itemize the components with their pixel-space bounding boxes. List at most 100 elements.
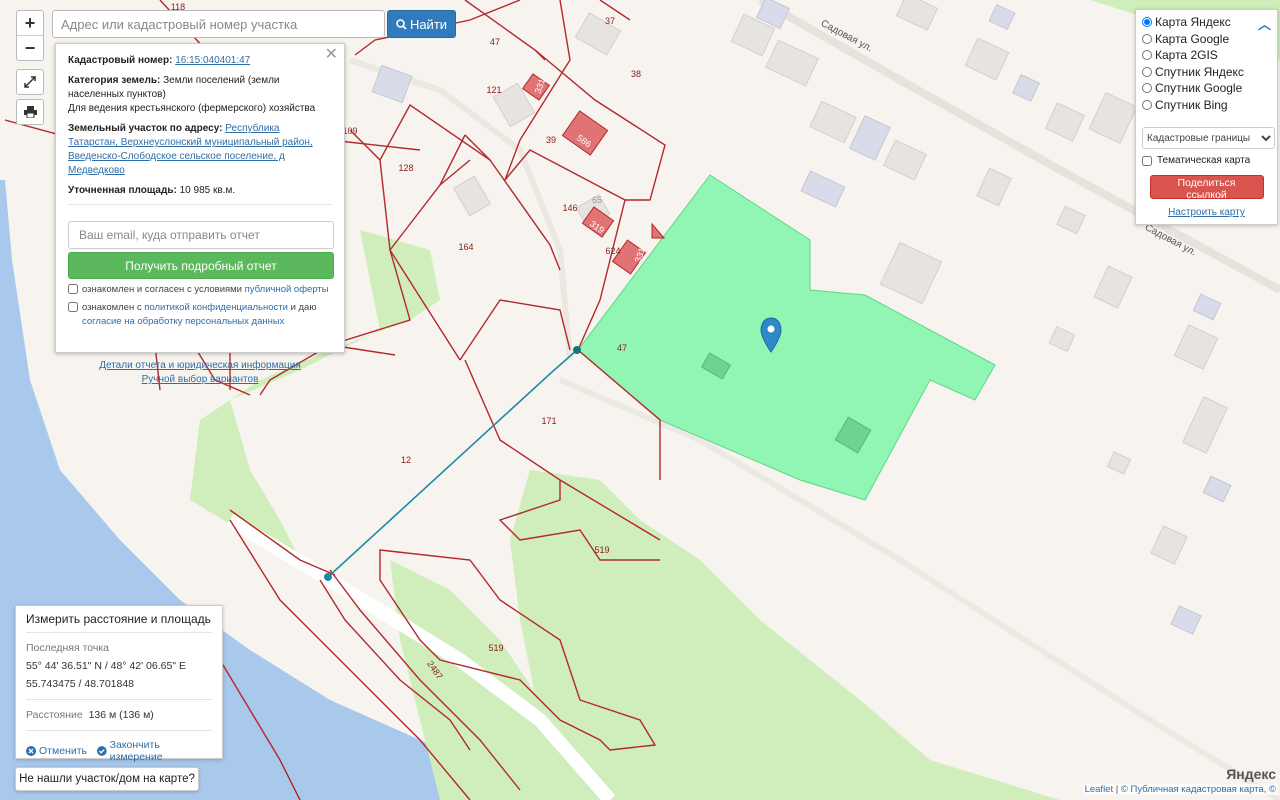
cadastral-number-row: Кадастровый номер: 16:15:040401:47 bbox=[68, 54, 332, 68]
search-icon bbox=[396, 18, 407, 30]
privacy-checkbox[interactable] bbox=[68, 302, 78, 312]
parcel-label: 12 bbox=[400, 455, 412, 465]
search-button[interactable]: Найти bbox=[387, 10, 456, 38]
layer-radio[interactable] bbox=[1142, 99, 1152, 110]
measure-point bbox=[324, 573, 332, 581]
zoom-in-button[interactable]: + bbox=[17, 11, 43, 36]
parcel-label: 519 bbox=[594, 545, 610, 555]
layer-radio[interactable] bbox=[1142, 17, 1152, 28]
offer-link[interactable]: публичной оферты bbox=[245, 284, 329, 295]
get-report-button[interactable]: Получить подробный отчет bbox=[68, 252, 334, 279]
layer-radio[interactable] bbox=[1142, 83, 1152, 94]
layer-label: Спутник Google bbox=[1155, 81, 1243, 96]
cancel-measure-button[interactable]: Отменить bbox=[26, 739, 87, 763]
cadastral-number-link[interactable]: 16:15:040401:47 bbox=[175, 55, 250, 66]
distance-label: Расстояние bbox=[26, 709, 83, 721]
print-button[interactable] bbox=[16, 99, 44, 125]
coords-decimal: 55.743475 / 48.701848 bbox=[26, 678, 135, 690]
layer-option[interactable]: Карта Google bbox=[1142, 31, 1271, 48]
area-row: Уточненная площадь: 10 985 кв.м. bbox=[68, 184, 332, 198]
parcel-label: 121 bbox=[486, 85, 502, 95]
configure-map-link[interactable]: Настроить карту bbox=[1142, 207, 1271, 218]
manual-selection-link[interactable]: Ручной выбор вариантов bbox=[68, 373, 332, 387]
email-field[interactable] bbox=[68, 221, 334, 249]
layer-label: Карта 2GIS bbox=[1155, 48, 1218, 63]
land-usage-value: Для ведения крестьянского (фермерского) … bbox=[68, 103, 316, 114]
not-found-button[interactable]: Не нашли участок/дом на карте? bbox=[15, 767, 199, 791]
offer-agreement-text: ознакомлен и согласен с условиями публич… bbox=[82, 283, 329, 297]
layer-option[interactable]: Спутник Google bbox=[1142, 80, 1271, 97]
layer-radio[interactable] bbox=[1142, 33, 1152, 44]
measure-actions: Отменить Закончить измерение bbox=[26, 731, 212, 763]
layer-option[interactable]: Карта Яндекс bbox=[1142, 14, 1271, 31]
layer-label: Спутник Bing bbox=[1155, 97, 1228, 112]
layer-option[interactable]: Спутник Яндекс bbox=[1142, 64, 1271, 81]
layer-label: Карта Google bbox=[1155, 31, 1230, 46]
zoom-control: + − bbox=[16, 10, 44, 61]
land-category-label: Категория земель: bbox=[68, 75, 161, 86]
layer-option[interactable]: Карта 2GIS bbox=[1142, 47, 1271, 64]
leaflet-link[interactable]: Leaflet bbox=[1085, 784, 1114, 795]
area-label: Уточненная площадь: bbox=[68, 185, 177, 196]
privacy-text: ознакомлен с bbox=[82, 302, 142, 313]
parcel-label: 38 bbox=[630, 69, 642, 79]
distance-section: Расстояние 136 м (136 м) bbox=[26, 700, 212, 731]
layer-radio[interactable] bbox=[1142, 66, 1152, 77]
last-point-section: Последняя точка 55° 44' 36.51" N / 48° 4… bbox=[26, 633, 212, 700]
cadastral-map-link[interactable]: © Публичная кадастровая карта, © bbox=[1121, 784, 1276, 795]
parcel-label: 164 bbox=[458, 242, 474, 252]
cancel-icon bbox=[26, 746, 36, 756]
measure-title: Измерить расстояние и площадь bbox=[26, 612, 212, 633]
search-input[interactable] bbox=[52, 10, 385, 38]
privacy-agreement[interactable]: ознакомлен с политикой конфиденциальност… bbox=[68, 301, 332, 329]
privacy-mid-text: и даю bbox=[290, 302, 317, 313]
parcel-label: 171 bbox=[541, 416, 557, 426]
cancel-label: Отменить bbox=[39, 745, 87, 757]
layer-label: Карта Яндекс bbox=[1155, 15, 1231, 30]
parcel-label: 47 bbox=[616, 343, 628, 353]
layer-switcher: ︿ Карта Яндекс Карта Google Карта 2GIS С… bbox=[1135, 9, 1278, 225]
printer-icon bbox=[23, 106, 37, 118]
chevron-up-icon[interactable]: ︿ bbox=[1258, 14, 1271, 33]
consent-link[interactable]: согласие на обработку персональных данны… bbox=[82, 316, 284, 327]
close-icon[interactable]: ✕ bbox=[325, 47, 338, 63]
parcel-label: 37 bbox=[604, 16, 616, 26]
overlay-select[interactable]: Кадастровые границы bbox=[1142, 127, 1275, 149]
check-icon bbox=[96, 746, 107, 756]
thematic-map-toggle[interactable]: Тематическая карта bbox=[1142, 155, 1271, 166]
area-value: 10 985 кв.м. bbox=[179, 185, 236, 196]
share-link-button[interactable]: Поделиться ссылкой bbox=[1149, 175, 1264, 201]
distance-value: 136 м (136 м) bbox=[88, 709, 154, 721]
thematic-checkbox[interactable] bbox=[1142, 155, 1152, 166]
attribution-separator: | bbox=[1115, 784, 1119, 795]
cadastral-number-label: Кадастровый номер: bbox=[68, 55, 173, 66]
parcel-label: 519 bbox=[488, 643, 504, 653]
zoom-out-button[interactable]: − bbox=[17, 36, 43, 60]
parcel-label: 47 bbox=[489, 37, 501, 47]
thematic-label: Тематическая карта bbox=[1157, 155, 1251, 166]
offer-checkbox[interactable] bbox=[68, 284, 78, 294]
offer-agreement[interactable]: ознакомлен и согласен с условиями публич… bbox=[68, 283, 332, 297]
last-point-label: Последняя точка bbox=[26, 642, 110, 654]
attribution: Leaflet | © Публичная кадастровая карта,… bbox=[1082, 784, 1278, 795]
finish-label: Закончить измерение bbox=[109, 739, 163, 763]
land-category-row: Категория земель: Земли поселений (земли… bbox=[68, 74, 332, 116]
layer-option[interactable]: Спутник Bing bbox=[1142, 97, 1271, 114]
parcel-label: 624 bbox=[605, 246, 621, 256]
coords-dms: 55° 44' 36.51" N / 48° 42' 06.65" E bbox=[26, 660, 186, 672]
finish-measure-button[interactable]: Закончить измерение bbox=[96, 739, 212, 763]
measure-point bbox=[573, 346, 581, 354]
layer-radio[interactable] bbox=[1142, 50, 1152, 61]
privacy-policy-link[interactable]: политикой конфиденциальности bbox=[144, 302, 288, 313]
parcel-info-popup: ✕ Кадастровый номер: 16:15:040401:47 Кат… bbox=[55, 43, 345, 385]
parcel-label: 65 bbox=[591, 195, 603, 205]
yandex-logo: Яндекс bbox=[1226, 766, 1276, 782]
report-details-link[interactable]: Детали отчета и юридическая информация bbox=[68, 359, 332, 373]
parcel-label: 39 bbox=[545, 135, 557, 145]
privacy-agreement-text: ознакомлен с политикой конфиденциальност… bbox=[82, 301, 332, 329]
expand-icon bbox=[24, 76, 36, 88]
search-button-label: Найти bbox=[409, 16, 448, 32]
fullscreen-button[interactable] bbox=[16, 69, 44, 95]
popup-links: Детали отчета и юридическая информация Р… bbox=[68, 359, 332, 387]
measure-panel: Измерить расстояние и площадь Последняя … bbox=[15, 605, 223, 763]
